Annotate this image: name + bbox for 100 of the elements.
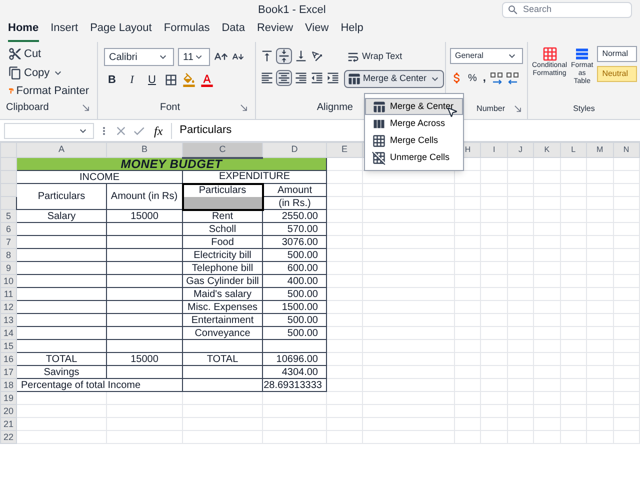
table-cell: Scholl [182,222,262,236]
font-color-icon [200,73,214,88]
row-header[interactable]: 10 [0,274,16,288]
column-header[interactable]: K [534,142,560,158]
ribbon-tab[interactable]: View [305,20,329,42]
decrease-decimal-icon[interactable] [506,71,520,86]
align-middle-icon[interactable] [276,48,292,64]
row-header[interactable]: 6 [0,222,16,236]
row-header[interactable]: 12 [0,300,16,314]
group-label: Styles [573,103,595,115]
merge-icon [347,72,361,86]
row-header[interactable]: 16 [0,352,16,366]
table-cell: Maid's salary [182,288,262,300]
orientation-icon [310,49,324,63]
grid-off-icon [372,150,386,164]
align-top-icon [260,49,274,63]
table-cell: Particulars [16,184,106,210]
row-header[interactable]: 20 [0,404,16,418]
table-cell: 15000 [106,210,182,222]
column-header[interactable]: J [507,142,534,158]
dialog-launcher-icon[interactable] [513,104,523,114]
underline-button[interactable]: U [144,72,160,88]
table-cell: 570.00 [262,222,326,236]
table-cell: Gas Cylinder bill [182,274,262,288]
row-header[interactable]: 17 [0,366,16,378]
column-header[interactable]: L [560,142,587,158]
table-cell: INCOME [16,170,182,184]
row-header[interactable]: 18 [0,378,16,392]
function-icon[interactable]: fx [150,122,167,140]
row-header[interactable]: 15 [0,340,16,352]
ribbon-tab[interactable]: Insert [50,20,78,42]
wrap-text-button[interactable]: Wrap Text [344,48,404,66]
table-cell: (in Rs.) [262,196,326,210]
ribbon-tab[interactable]: Review [256,20,294,42]
ribbon-tab[interactable]: Help [340,20,364,42]
table-cell: 400.00 [262,274,326,288]
search-field[interactable]: Search [502,2,632,18]
wrap-text-icon [346,50,360,64]
copy-button[interactable]: Copy [6,64,91,81]
row-header[interactable]: 5 [0,210,16,222]
table-icon [574,46,590,62]
cell-style-swatch[interactable]: Neutral [597,66,638,82]
group-label: Clipboard [6,101,49,115]
row-header[interactable]: 8 [0,248,16,262]
table-cell: 500.00 [262,326,326,340]
row-header[interactable]: 9 [0,262,16,274]
comma-button[interactable]: , [480,70,488,86]
row-header[interactable]: 13 [0,314,16,326]
grid-icon [542,46,558,62]
row-header[interactable]: 11 [0,288,16,300]
ribbon-tab[interactable]: Formulas [164,20,210,42]
cut-button[interactable]: Cut [6,46,91,62]
format-painter-button[interactable]: Format Painter [6,83,91,100]
column-header[interactable]: I [480,142,508,158]
group-label: Number [476,103,505,115]
dialog-launcher-icon[interactable] [239,102,249,112]
font-size-dropdown[interactable]: 11 [178,48,210,66]
row-header[interactable]: 14 [0,326,16,340]
table-cell: Percentage of total Income [16,378,182,392]
column-header[interactable]: C [182,142,262,158]
align-left-icon [260,71,274,85]
table-cell: 28.69313333 [262,378,326,392]
menu-item[interactable]: Merge Across [365,115,463,132]
column-header[interactable]: E [326,142,362,158]
column-header[interactable]: M [586,142,614,158]
table-cell: Rent [182,210,262,222]
table-cell: Savings [16,366,106,378]
table-cell: 1500.00 [262,300,326,314]
merge-center-button[interactable]: Merge & Center [344,70,444,88]
row-header[interactable]: 22 [0,430,16,444]
column-header[interactable]: N [613,142,640,158]
dialog-launcher-icon[interactable] [81,102,91,112]
ribbon-tab[interactable]: Page Layout [90,20,152,42]
table-cell: 3076.00 [262,236,326,248]
column-header[interactable]: D [262,142,326,158]
ribbon-tab[interactable]: Data [222,20,245,42]
row-header[interactable]: 7 [0,236,16,248]
row-header[interactable]: 21 [0,418,16,430]
italic-button[interactable]: I [124,72,140,88]
column-header[interactable]: A [16,142,106,158]
align-right-icon [294,71,308,85]
table-cell: 15000 [106,352,182,366]
row-header[interactable]: 19 [0,392,16,404]
percent-button[interactable]: % [466,70,479,86]
table-cell: 500.00 [262,288,326,300]
table-cell: TOTAL [16,352,106,366]
menu-item[interactable]: Merge & Center [365,98,463,115]
table-cell: Conveyance [182,326,262,340]
number-format-dropdown[interactable]: General [450,48,523,64]
decrease-indent-icon [310,71,324,85]
font-name-dropdown[interactable]: Calibri [104,48,174,66]
table-cell: Amount [262,184,326,196]
bold-button[interactable]: B [104,72,120,88]
align-center-icon[interactable] [276,70,292,86]
cell-style-swatch[interactable]: Normal [597,46,638,62]
search-icon [507,4,519,16]
grid-icon [372,134,386,148]
column-header[interactable]: B [106,142,182,158]
table-cell: Telephone bill [182,262,262,274]
increase-decimal-icon[interactable] [490,71,504,86]
